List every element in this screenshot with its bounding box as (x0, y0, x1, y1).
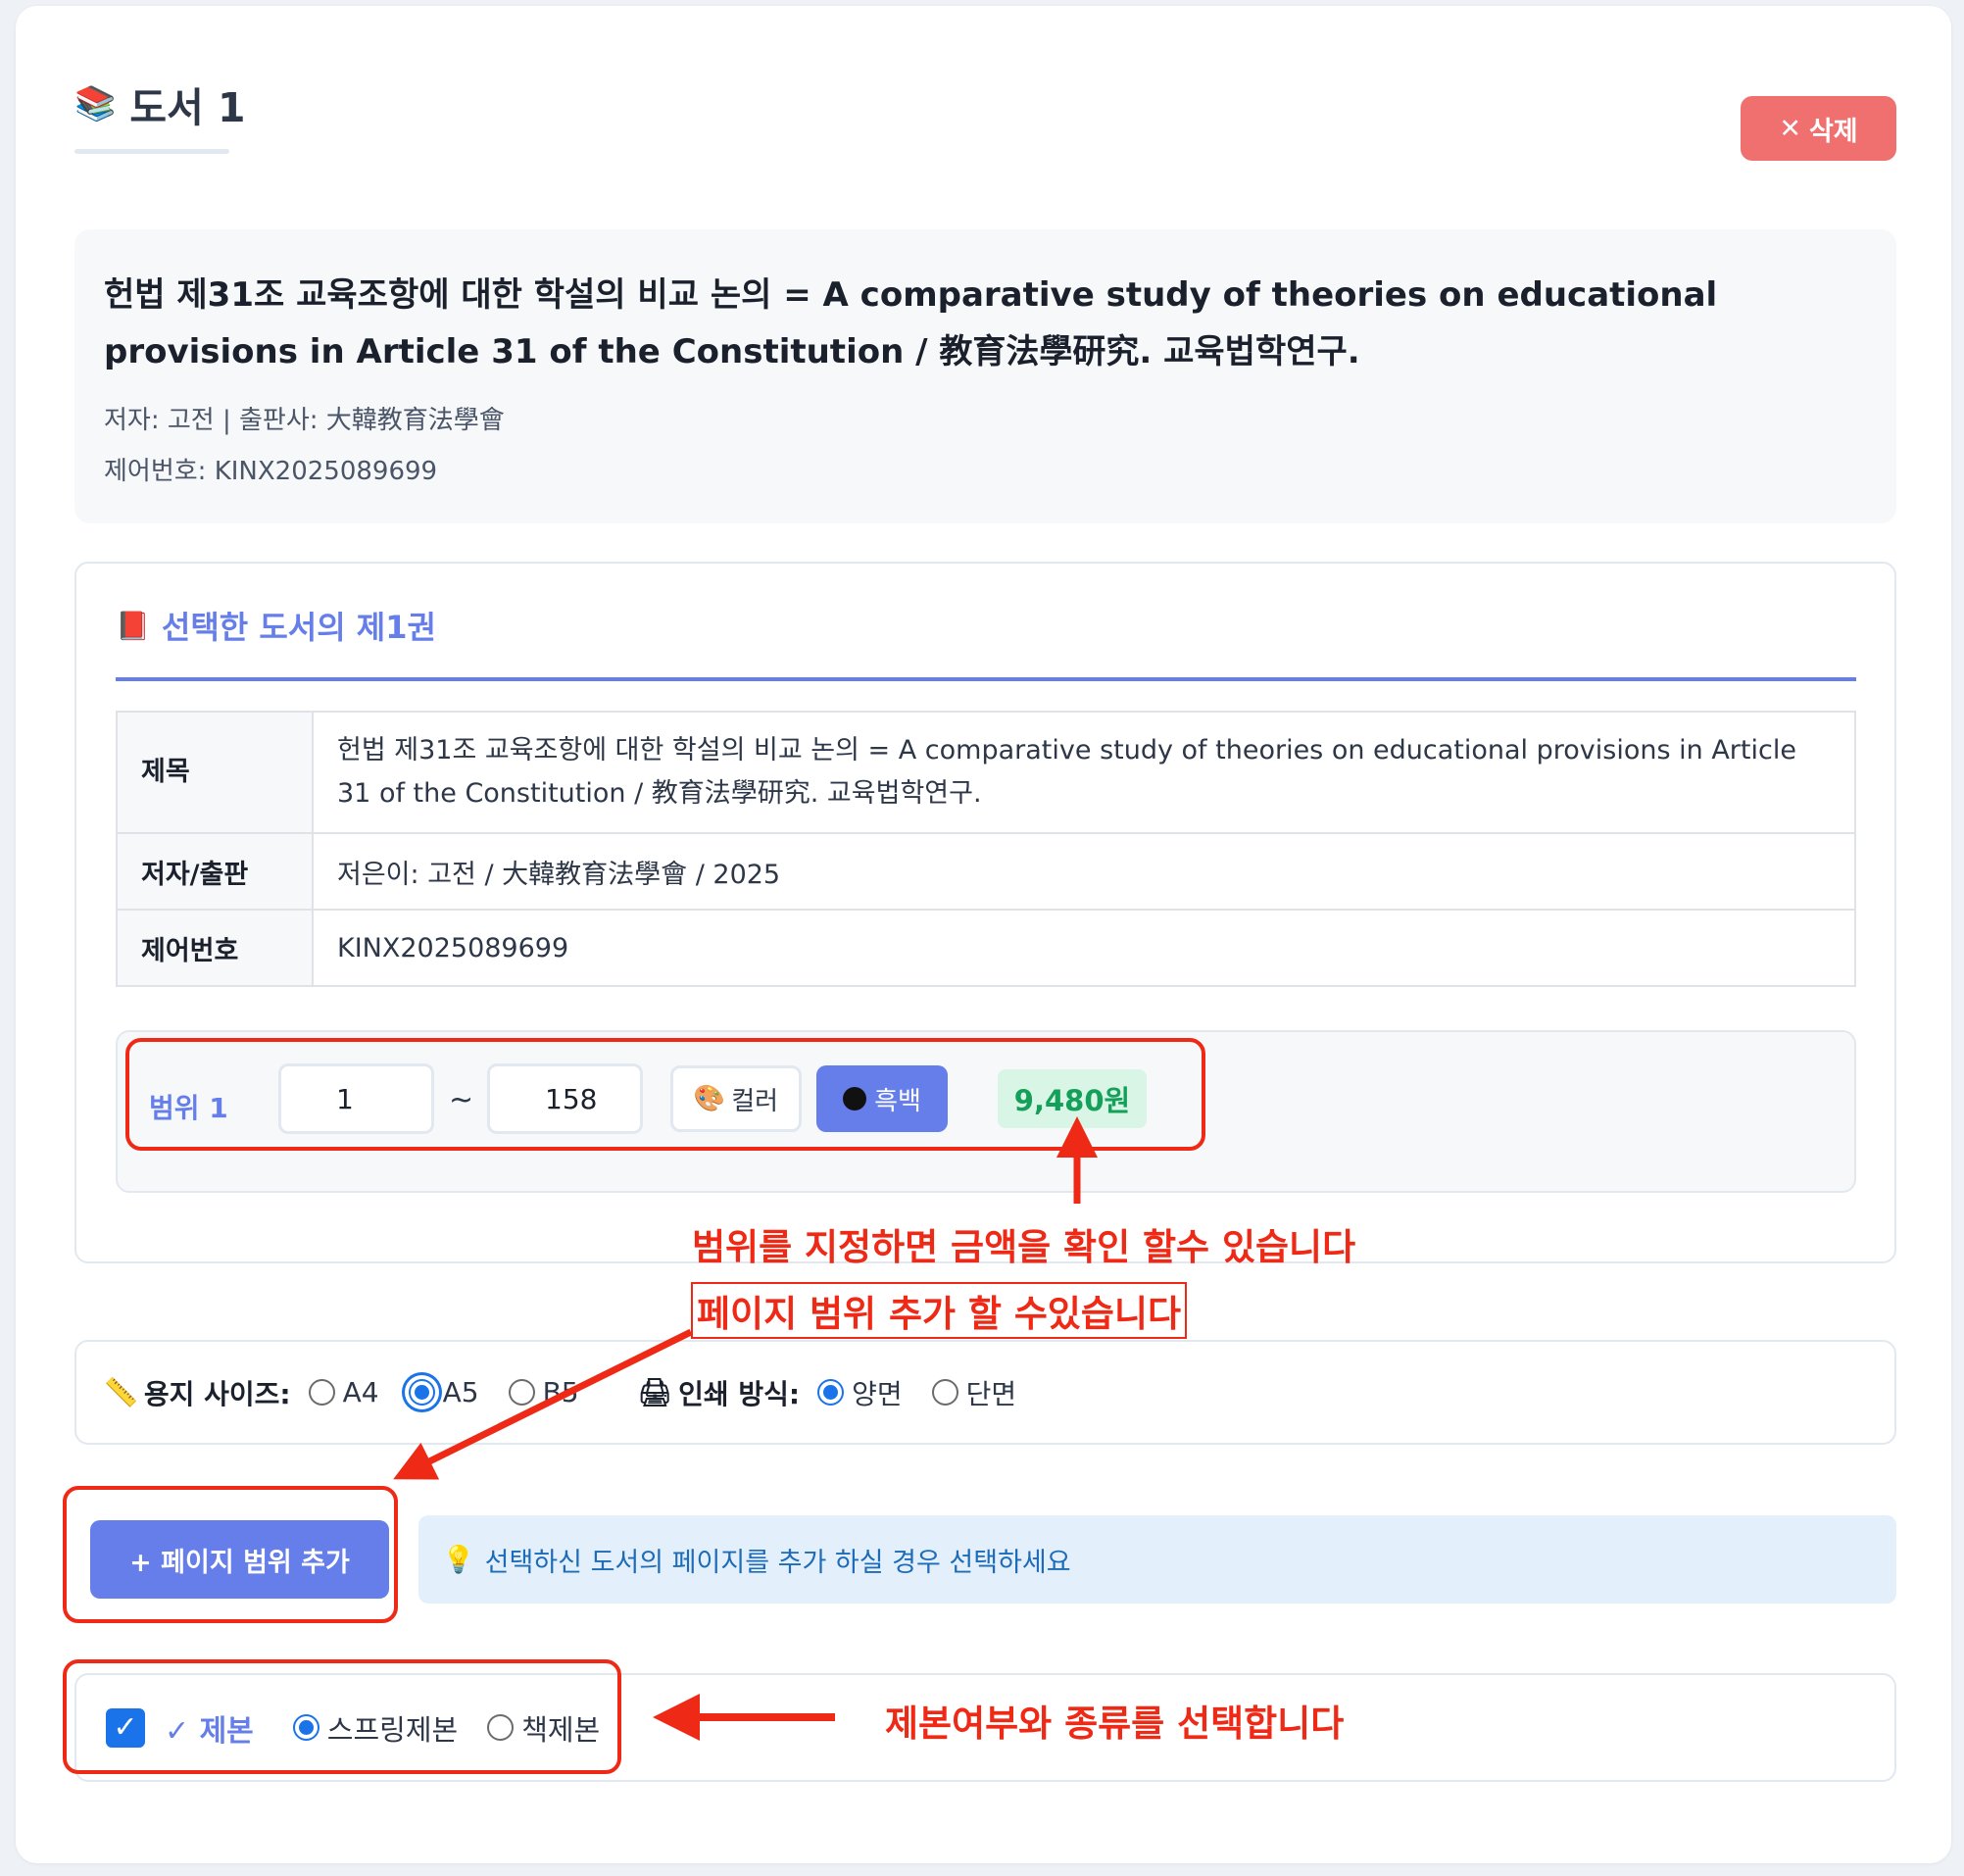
add-range-annotation: 페이지 범위 추가 할 수있습니다 (691, 1282, 1188, 1339)
binding-annotation: 제본여부와 종류를 선택합니다 (885, 1703, 1345, 1745)
price-annotation: 범위를 지정하면 금액을 확인 할수 있습니다 (692, 1226, 1356, 1268)
annotation-arrows (393, 1116, 1098, 1741)
add-range-arrow (393, 1328, 693, 1480)
